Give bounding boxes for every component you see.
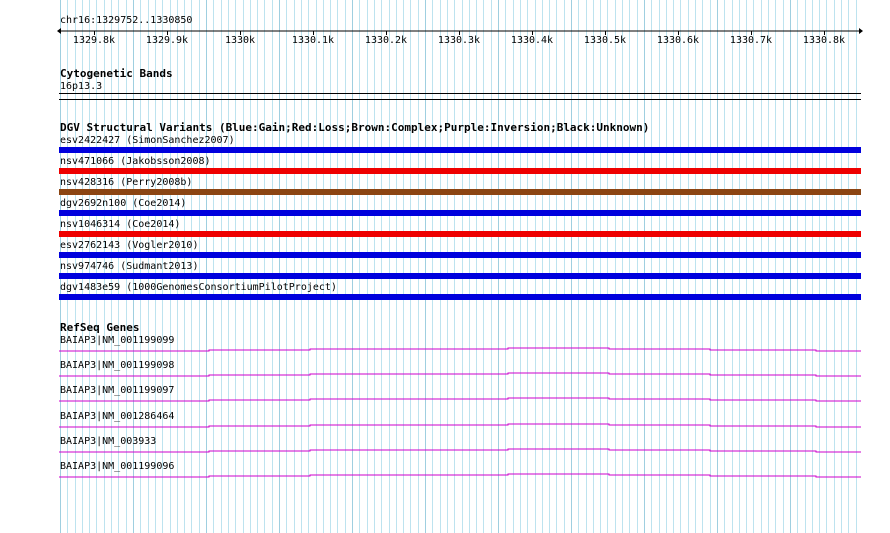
refseq-gene-label[interactable]: BAIAP3|NM_001199099 (60, 335, 174, 346)
dgv-variant-label[interactable]: nsv1046314 (Coe2014) (60, 219, 180, 230)
refseq-gene-label[interactable]: BAIAP3|NM_001199098 (60, 360, 174, 371)
refseq-gene-label[interactable]: BAIAP3|NM_001199097 (60, 385, 174, 396)
ruler-tick-label: 1330.1k (291, 35, 335, 46)
ruler-tick-label: 1330.5k (583, 35, 627, 46)
dgv-variant-bar-gain[interactable] (59, 294, 861, 300)
ruler-tick-label: 1329.9k (145, 35, 189, 46)
cytoband-line-top (59, 93, 861, 94)
dgv-variant-label[interactable]: dgv2692n100 (Coe2014) (60, 198, 186, 209)
refseq-gene-model[interactable] (59, 448, 861, 453)
dgv-variant-label[interactable]: nsv428316 (Perry2008b) (60, 177, 192, 188)
cytoband-track-title[interactable]: Cytogenetic Bands (60, 68, 173, 80)
ruler-tick-label: 1330.6k (656, 35, 700, 46)
genome-browser-panel: chr16:1329752..1330850 1329.8k 1329.9k 133… (0, 0, 890, 533)
dgv-track-title[interactable]: DGV Structural Variants (Blue:Gain;Red:L… (60, 122, 649, 134)
ruler-tick-label: 1330.7k (729, 35, 773, 46)
refseq-gene-model[interactable] (59, 473, 861, 478)
ruler-tick-label: 1330.3k (437, 35, 481, 46)
dgv-variant-label[interactable]: nsv974746 (Sudmant2013) (60, 261, 198, 272)
ruler-axis (57, 28, 863, 34)
dgv-variant-bar-complex[interactable] (59, 189, 861, 195)
dgv-variant-bar-gain[interactable] (59, 273, 861, 279)
ruler-tick-label: 1330k (224, 35, 256, 46)
refseq-gene-label[interactable]: BAIAP3|NM_001199096 (60, 461, 174, 472)
ruler-tick-label: 1330.4k (510, 35, 554, 46)
dgv-variant-bar-gain[interactable] (59, 252, 861, 258)
ruler-tick-label: 1330.2k (364, 35, 408, 46)
dgv-variant-label[interactable]: esv2762143 (Vogler2010) (60, 240, 198, 251)
dgv-variant-bar-gain[interactable] (59, 147, 861, 153)
ruler-tick-label: 1330.8k (802, 35, 846, 46)
refseq-track-title[interactable]: RefSeq Genes (60, 322, 139, 334)
refseq-gene-label[interactable]: BAIAP3|NM_003933 (60, 436, 156, 447)
dgv-variant-label[interactable]: nsv471066 (Jakobsson2008) (60, 156, 211, 167)
dgv-variant-bar-gain[interactable] (59, 210, 861, 216)
dgv-variant-label[interactable]: dgv1483e59 (1000GenomesConsortiumPilotPr… (60, 282, 337, 293)
refseq-gene-model[interactable] (59, 423, 861, 428)
refseq-gene-model[interactable] (59, 372, 861, 377)
dgv-variant-bar-loss[interactable] (59, 168, 861, 174)
cytoband-line-bottom (59, 99, 861, 100)
dgv-variant-label[interactable]: esv2422427 (SimonSanchez2007) (60, 135, 235, 146)
dgv-variant-bar-loss[interactable] (59, 231, 861, 237)
cytoband-label[interactable]: 16p13.3 (60, 81, 102, 92)
refseq-gene-model[interactable] (59, 397, 861, 402)
ruler-coordinates: chr16:1329752..1330850 (60, 15, 193, 26)
refseq-gene-model[interactable] (59, 347, 861, 352)
refseq-gene-label[interactable]: BAIAP3|NM_001286464 (60, 411, 174, 422)
ruler-tick-label: 1329.8k (72, 35, 116, 46)
